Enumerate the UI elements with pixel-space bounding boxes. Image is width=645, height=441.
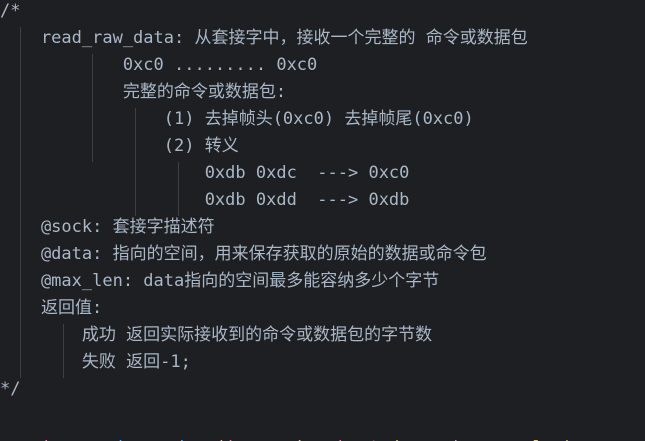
comment-line: @sock: 套接字描述符	[0, 217, 215, 237]
comment-line: 成功 返回实际接收到的命令或数据包的字节数	[0, 325, 433, 345]
comment-line: */	[0, 379, 21, 399]
comment-line: @max_len: data指向的空间最多能容纳多少个字节	[0, 271, 440, 291]
comment-line: 返回值:	[0, 298, 103, 318]
comment-line: 0xc0 ......... 0xc0	[0, 55, 318, 75]
comment-line: /*	[0, 1, 21, 21]
comment-line: 0xdb 0xdc ---> 0xc0	[0, 163, 410, 183]
comment-line: @data: 指向的空间，用来保存获取的原始的数据或命令包	[0, 244, 487, 264]
comment-line: 完整的命令或数据包:	[0, 82, 287, 102]
function-signature: int read_raw_data(int sock, char* data, …	[0, 408, 573, 441]
comment-line: (1) 去掉帧头(0xc0) 去掉帧尾(0xc0)	[0, 109, 474, 129]
comment-line: 失败 返回-1;	[0, 352, 191, 372]
code-editor[interactable]: /* read_raw_data: 从套接字中，接收一个完整的 命令或数据包 0…	[0, 0, 645, 441]
comment-line: read_raw_data: 从套接字中，接收一个完整的 命令或数据包	[0, 28, 528, 48]
comment-line: 0xdb 0xdd ---> 0xdb	[0, 190, 410, 210]
comment-line: (2) 转义	[0, 136, 239, 156]
